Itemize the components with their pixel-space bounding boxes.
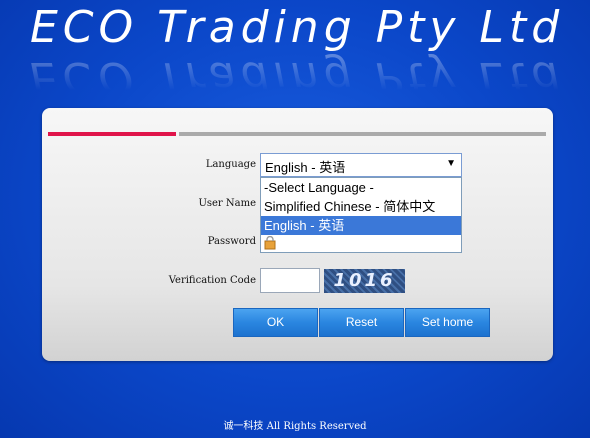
login-panel: Language English - 英语 ▼ User Name Passwo… — [42, 108, 553, 361]
dropdown-arrow-icon[interactable]: ▼ — [446, 158, 456, 169]
ok-button[interactable]: OK — [233, 308, 318, 337]
reset-button[interactable]: Reset — [319, 308, 404, 337]
language-option[interactable]: Simplified Chinese - 简体中文 — [261, 197, 461, 216]
set-home-button[interactable]: Set home — [405, 308, 490, 337]
accent-bar — [48, 132, 176, 136]
username-label: User Name — [198, 198, 256, 209]
lock-icon — [264, 236, 276, 250]
footer-copyright: 诚一科技 All Rights Reserved — [223, 421, 367, 432]
language-select[interactable]: English - 英语 ▼ — [260, 153, 462, 177]
page-title: ECO Trading Pty Ltd — [30, 2, 565, 53]
divider-bar — [179, 132, 546, 136]
language-option[interactable]: -Select Language - — [261, 178, 461, 197]
verification-code-input[interactable] — [260, 268, 320, 293]
verification-label: Verification Code — [168, 275, 256, 286]
language-label: Language — [205, 159, 256, 170]
captcha-image[interactable]: 1016 — [324, 269, 405, 293]
language-selected-value: English - 英语 — [265, 160, 346, 175]
language-dropdown-list: -Select Language - Simplified Chinese - … — [260, 177, 462, 253]
password-label: Password — [207, 236, 256, 247]
title-reflection: ECO Trading Pty Ltd — [30, 52, 565, 103]
header-banner: ECO Trading Pty Ltd ECO Trading Pty Ltd — [0, 0, 590, 103]
language-option-selected[interactable]: English - 英语 — [261, 216, 461, 235]
